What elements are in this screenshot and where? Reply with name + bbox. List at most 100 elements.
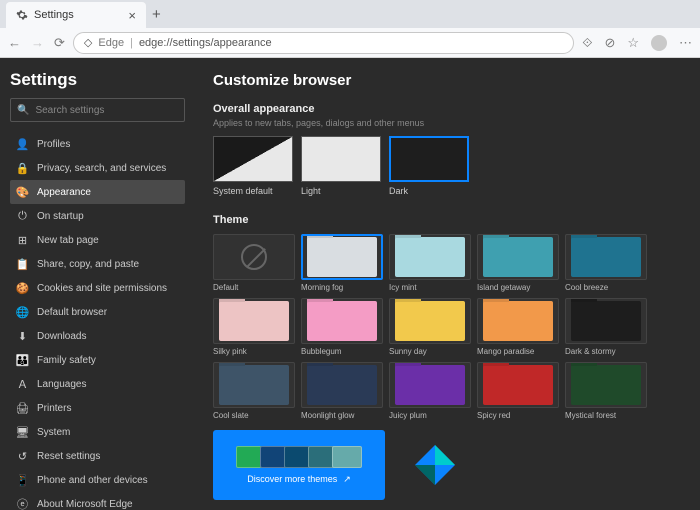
sidebar-item-label: Downloads <box>37 331 86 342</box>
sidebar-item-label: Family safety <box>37 355 96 366</box>
folder-icon <box>395 301 465 341</box>
sidebar-item-label: Phone and other devices <box>37 475 148 486</box>
sidebar-item-cookies-and-site-permissions[interactable]: 🍪Cookies and site permissions <box>10 276 185 300</box>
sidebar-item-default-browser[interactable]: 🌐Default browser <box>10 300 185 324</box>
sidebar-item-label: Privacy, search, and services <box>37 163 166 174</box>
sidebar-heading: Settings <box>10 70 185 90</box>
sidebar-item-label: Share, copy, and paste <box>37 259 139 270</box>
menu-icon[interactable]: ⋯ <box>679 35 692 51</box>
folder-icon <box>395 237 465 277</box>
card-label: Light <box>301 186 381 196</box>
appearance-option-light[interactable]: Light <box>301 136 381 196</box>
sidebar-icon: 🖨 <box>16 402 29 415</box>
theme-icy-mint[interactable]: Icy mint <box>389 234 471 292</box>
main-panel: Customize browser Overall appearance App… <box>195 58 700 510</box>
search-settings[interactable]: 🔍 Search settings <box>10 98 185 122</box>
sidebar-item-label: Appearance <box>37 187 91 198</box>
profile-avatar[interactable] <box>651 35 667 51</box>
discover-themes-card[interactable]: Discover more themes ↗ <box>213 430 385 500</box>
search-placeholder: Search settings <box>35 105 104 116</box>
sidebar-item-privacy-search-and-services[interactable]: 🔒 Privacy, search, and services <box>10 156 185 180</box>
folder-icon <box>483 301 553 341</box>
folder-icon <box>483 237 553 277</box>
folder-icon <box>219 301 289 341</box>
sidebar-icon: ⊞ <box>16 234 29 247</box>
toolbar: ← → ⟳ ◇ Edge | edge://settings/appearanc… <box>0 28 700 58</box>
refresh-button[interactable]: ⟳ <box>54 35 65 51</box>
sidebar-item-downloads[interactable]: ⬇Downloads <box>10 324 185 348</box>
theme-dark-stormy[interactable]: Dark & stormy <box>565 298 647 356</box>
sidebar-item-about-microsoft-edge[interactable]: ⓔAbout Microsoft Edge <box>10 492 185 510</box>
theme-label: Dark & stormy <box>565 347 647 356</box>
folder-icon <box>571 365 641 405</box>
theme-mango-paradise[interactable]: Mango paradise <box>477 298 559 356</box>
theme-island-getaway[interactable]: Island getaway <box>477 234 559 292</box>
theme-default[interactable]: Default <box>213 234 295 292</box>
sidebar-item-printers[interactable]: 🖨 Printers <box>10 396 185 420</box>
sidebar-item-profiles[interactable]: 👤 Profiles <box>10 132 185 156</box>
read-aloud-icon[interactable]: ⟐ <box>582 35 592 51</box>
theme-morning-fog[interactable]: Morning fog <box>301 234 383 292</box>
browser-chrome: Settings × + ← → ⟳ ◇ Edge | edge://setti… <box>0 0 700 58</box>
folder-icon <box>307 237 377 277</box>
back-button[interactable]: ← <box>8 35 21 51</box>
sync-icon[interactable]: ⊘ <box>604 35 615 51</box>
sidebar-item-label: Printers <box>37 403 71 414</box>
sidebar-icon: 🎨 <box>16 186 29 199</box>
sidebar-item-share-copy-and-paste[interactable]: 📋 Share, copy, and paste <box>10 252 185 276</box>
sidebar-item-label: Cookies and site permissions <box>37 283 167 294</box>
sidebar-icon: 🔒 <box>16 162 29 175</box>
sidebar-item-new-tab-page[interactable]: ⊞ New tab page <box>10 228 185 252</box>
disabled-icon <box>241 244 267 270</box>
sidebar-item-label: Default browser <box>37 307 107 318</box>
theme-label: Spicy red <box>477 411 559 420</box>
sidebar-item-on-startup[interactable]: ⏻On startup <box>10 204 185 228</box>
sidebar-icon: Ａ <box>16 378 29 391</box>
card-label: Dark <box>389 186 469 196</box>
folder-icon <box>307 301 377 341</box>
folder-icon <box>571 301 641 341</box>
sidebar-item-family-safety[interactable]: 👪 Family safety <box>10 348 185 372</box>
theme-label: Juicy plum <box>389 411 471 420</box>
sidebar-icon: 📋 <box>16 258 29 271</box>
theme-silky-pink[interactable]: Silky pink <box>213 298 295 356</box>
sidebar-icon: ⏻ <box>16 210 29 223</box>
favorites-icon[interactable]: ☆ <box>627 35 639 51</box>
close-icon[interactable]: × <box>128 8 136 23</box>
external-link-icon: ↗ <box>343 474 351 485</box>
sidebar-item-label: Profiles <box>37 139 70 150</box>
theme-label: Mango paradise <box>477 347 559 356</box>
theme-moonlight-glow[interactable]: Moonlight glow <box>301 362 383 420</box>
theme-mystical-forest[interactable]: Mystical forest <box>565 362 647 420</box>
discover-thumbnails <box>236 446 362 468</box>
sidebar-item-languages[interactable]: Ａ Languages <box>10 372 185 396</box>
theme-title: Theme <box>213 214 682 226</box>
theme-sunny-day[interactable]: Sunny day <box>389 298 471 356</box>
address-bar[interactable]: ◇ Edge | edge://settings/appearance <box>73 32 574 54</box>
sidebar-icon: ↺ <box>16 450 29 463</box>
theme-cool-slate[interactable]: Cool slate <box>213 362 295 420</box>
folder-icon <box>483 365 553 405</box>
theme-juicy-plum[interactable]: Juicy plum <box>389 362 471 420</box>
sidebar-item-appearance[interactable]: 🎨 Appearance <box>10 180 185 204</box>
appearance-option-dark[interactable]: Dark <box>389 136 469 196</box>
sidebar-icon: 👤 <box>16 138 29 151</box>
appearance-option-system-default[interactable]: System default <box>213 136 293 196</box>
sidebar-item-label: New tab page <box>37 235 99 246</box>
theme-label: Bubblegum <box>301 347 383 356</box>
sidebar-icon: 👪 <box>16 354 29 367</box>
sidebar-item-system[interactable]: 🖥System <box>10 420 185 444</box>
theme-spicy-red[interactable]: Spicy red <box>477 362 559 420</box>
new-tab-button[interactable]: + <box>152 6 161 23</box>
theme-label: Island getaway <box>477 283 559 292</box>
sidebar-item-label: Languages <box>37 379 87 390</box>
folder-icon <box>219 365 289 405</box>
theme-bubblegum[interactable]: Bubblegum <box>301 298 383 356</box>
sidebar-item-phone-and-other-devices[interactable]: 📱Phone and other devices <box>10 468 185 492</box>
sidebar-item-reset-settings[interactable]: ↺Reset settings <box>10 444 185 468</box>
theme-cool-breeze[interactable]: Cool breeze <box>565 234 647 292</box>
forward-button[interactable]: → <box>31 35 44 51</box>
card-label: System default <box>213 186 293 196</box>
sidebar-item-label: System <box>37 427 70 438</box>
tab-settings[interactable]: Settings × <box>6 2 146 28</box>
